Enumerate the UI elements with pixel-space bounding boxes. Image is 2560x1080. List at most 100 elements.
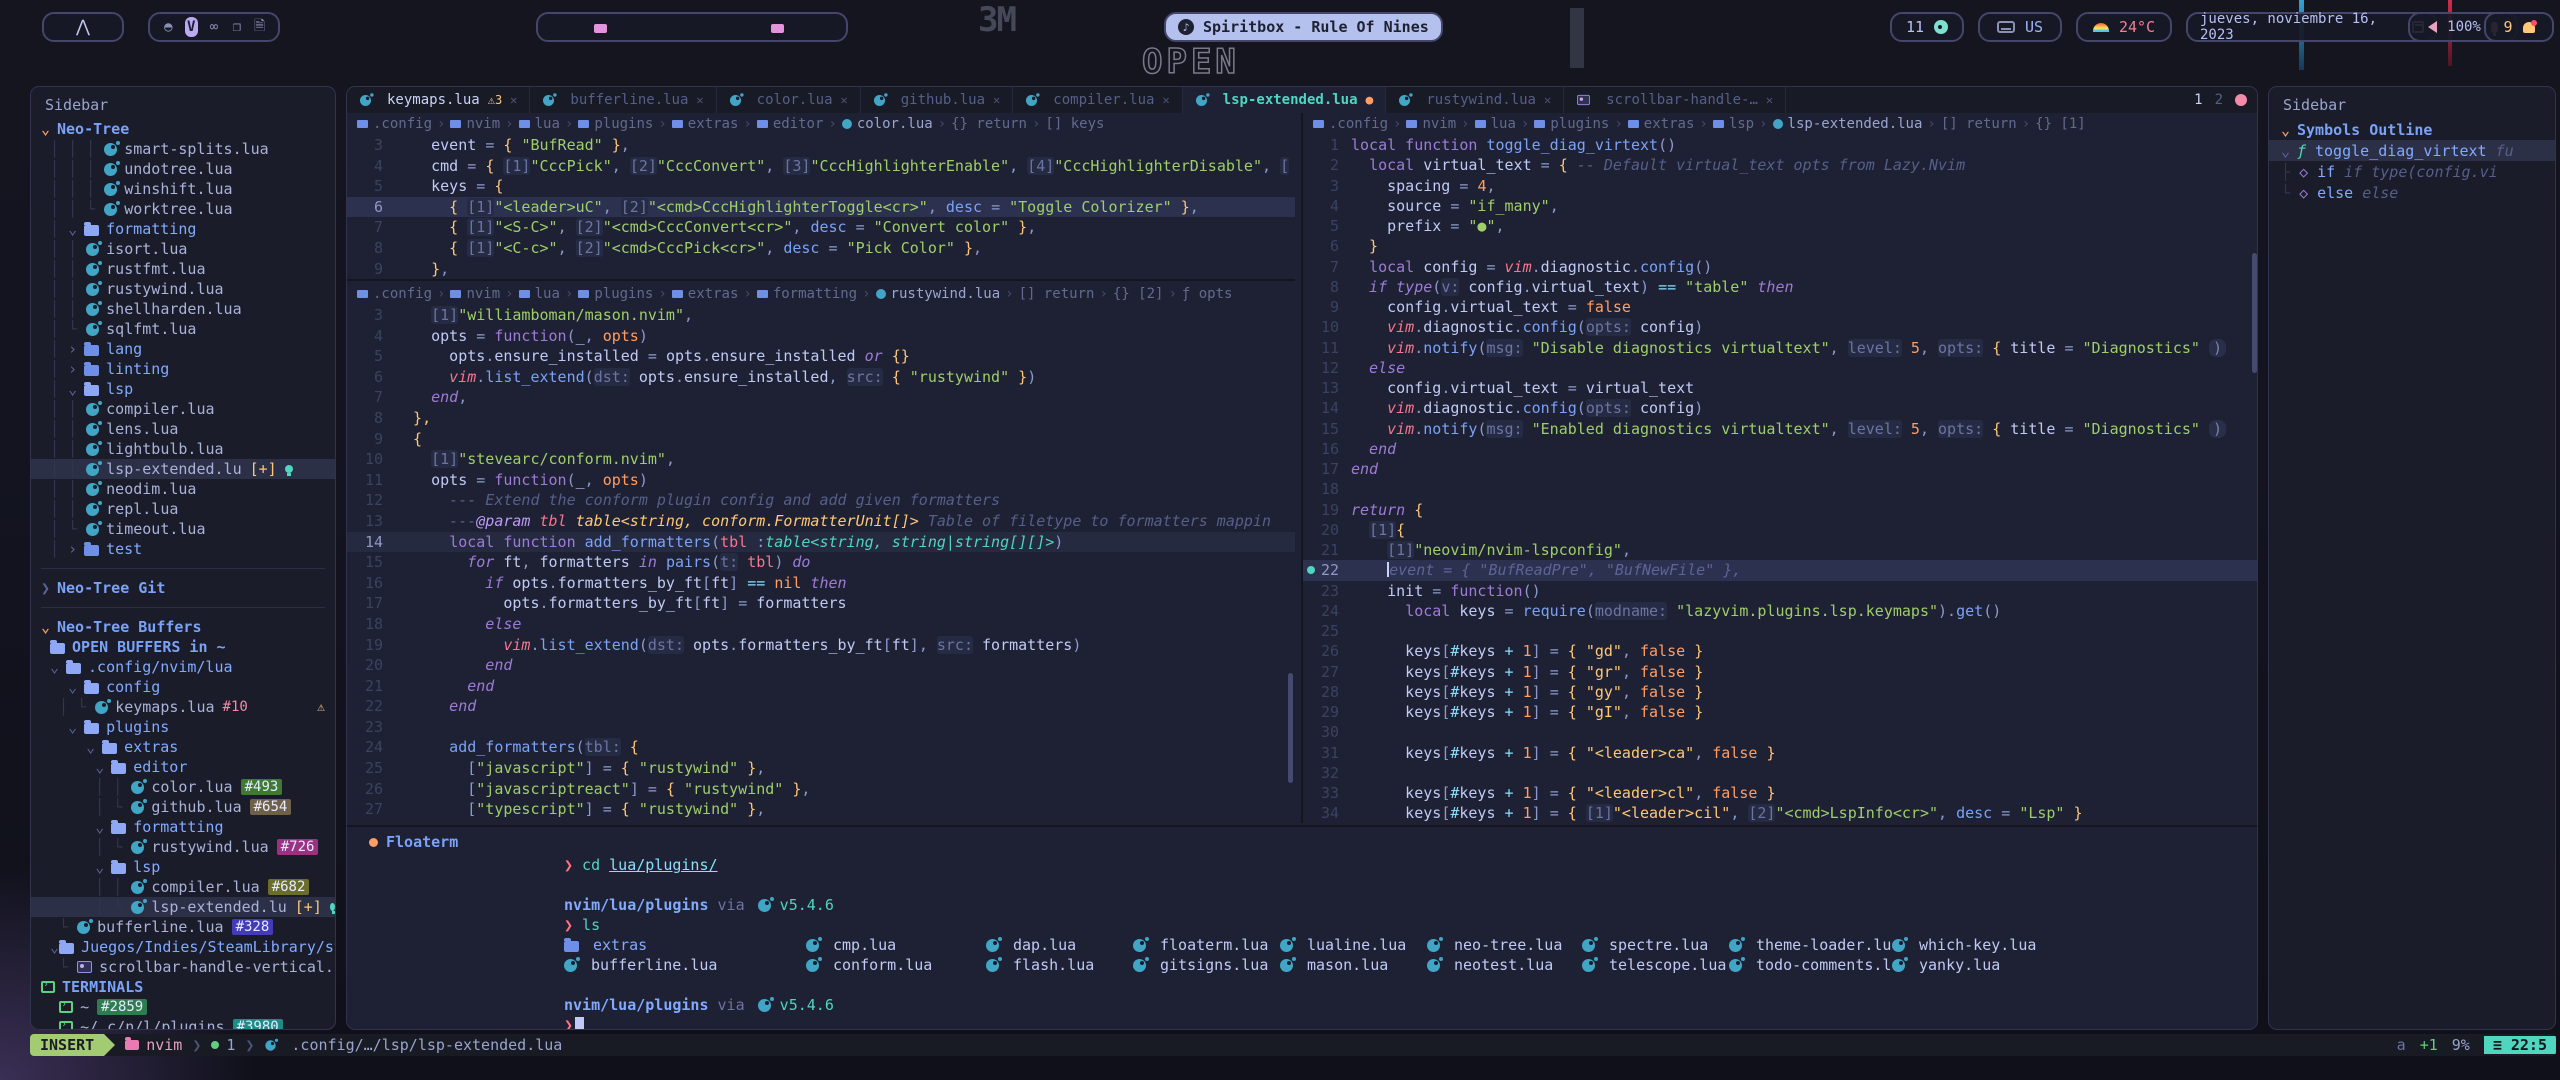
code-line-11[interactable]: 11 vim.notify(msg: "Disable diagnostics … (1303, 338, 2258, 358)
code-line-24[interactable]: 24 add_formatters(tbl: { (347, 737, 1295, 758)
code-line-28[interactable]: 28 keys[#keys + 1] = { "gy", false } (1303, 682, 2258, 702)
tree-item--config-nvim-lua[interactable]: ⌄.config/nvim/lua (31, 657, 335, 677)
code-line-27[interactable]: 27 keys[#keys + 1] = { "gr", false } (1303, 662, 2258, 682)
code-line-8[interactable]: 8 if type(v: config.virtual_text) == "ta… (1303, 277, 2258, 297)
code-line-4[interactable]: 4 opts = function(_, opts) (347, 326, 1295, 347)
section-neo-tree-git[interactable]: ❯Neo-Tree Git (31, 578, 335, 598)
tree-item-test[interactable]: │ ›test (31, 539, 335, 559)
symbols-outline-header[interactable]: ⌄ Symbols Outline (2269, 119, 2555, 140)
code-line-5[interactable]: 5 keys = { (347, 176, 1295, 197)
tree-item-open-buffers-in-[interactable]: OPEN BUFFERS in ~ (31, 637, 335, 657)
tree-item-linting[interactable]: │ ›linting (31, 359, 335, 379)
tree-item-lang[interactable]: │ ›lang (31, 339, 335, 359)
close-icon[interactable]: ✕ (1544, 93, 1551, 107)
code-line-6[interactable]: 6 { [1]"<leader>uC", [2]"<cmd>CccHighlig… (347, 197, 1295, 218)
code-line-7[interactable]: 7 { [1]"<S-C>", [2]"<cmd>CccConvert<cr>"… (347, 217, 1295, 238)
code-line-20[interactable]: 20 end (347, 655, 1295, 676)
firefox-icon[interactable]: ◓ (162, 17, 175, 37)
code-line-26[interactable]: 26 keys[#keys + 1] = { "gd", false } (1303, 641, 2258, 661)
file-icon[interactable]: 🗎 (253, 17, 266, 37)
tree-item-formatting[interactable]: │ ⌄formatting (31, 219, 335, 239)
tab-github-lua[interactable]: github.lua✕ (861, 87, 1014, 113)
tree-item-formatting[interactable]: ⌄formatting (31, 817, 335, 837)
code-line-22[interactable]: 22 event = { "BufReadPre", "BufNewFile" … (1303, 560, 2258, 580)
code-line-30[interactable]: 30 (1303, 722, 2258, 742)
code-line-1[interactable]: 1local function toggle_diag_virtext() (1303, 135, 2258, 155)
outline-item-toggle_diag_virtext[interactable]: ⌄ƒtoggle_diag_virtext fu (2269, 140, 2555, 161)
code-line-17[interactable]: 17 opts.formatters_by_ft[ft] = formatter… (347, 593, 1295, 614)
tree-item-bufferline-lua[interactable]: └ bufferline.lua#328 (31, 917, 335, 937)
code-line-13[interactable]: 13 config.virtual_text = virtual_text (1303, 378, 2258, 398)
code-line-15[interactable]: 15 vim.notify(msg: "Enabled diagnostics … (1303, 419, 2258, 439)
tree-item-scrollbar-handle-vertical-p[interactable]: └ scrollbar-handle-vertical.p (31, 957, 335, 977)
tab-scrollbar-handle-[interactable]: scrollbar-handle-…✕ (1564, 87, 1786, 113)
tree-item-neodim-lua[interactable]: │ │ neodim.lua (31, 479, 335, 499)
code-line-21[interactable]: 21 [1]"neovim/nvim-lspconfig", (1303, 540, 2258, 560)
code-line-4[interactable]: 4 cmd = { [1]"CccPick", [2]"CccConvert",… (347, 156, 1295, 177)
tree-item--c-n-l-plugins[interactable]: ~/.c/n/l/plugins#3980 (31, 1017, 335, 1030)
scrollbar[interactable] (2252, 253, 2257, 373)
tree-item-lsp[interactable]: ⌄lsp (31, 857, 335, 877)
code-line-10[interactable]: 10 vim.diagnostic.config(opts: config) (1303, 317, 2258, 337)
tree-item-extras[interactable]: ⌄extras (31, 737, 335, 757)
code-line-3[interactable]: 3 [1]"williamboman/mason.nvim", (347, 305, 1295, 326)
tab-rustywind-lua[interactable]: rustywind.lua✕ (1386, 87, 1564, 113)
code-line-25[interactable]: 25 (1303, 621, 2258, 641)
tree-item-shellharden-lua[interactable]: │ │ shellharden.lua (31, 299, 335, 319)
tree-item-config[interactable]: ⌄config (31, 677, 335, 697)
section-neo-tree-buffers[interactable]: ⌄Neo-Tree Buffers (31, 617, 335, 637)
tree-item-worktree-lua[interactable]: │ │ └ worktree.lua (31, 199, 335, 219)
tree-item-lsp-extended-lu[interactable]: │ │ lsp-extended.lu[+] (31, 459, 335, 479)
close-icon[interactable]: ✕ (993, 93, 1000, 107)
tree-item-lsp-extended-lu[interactable]: │ └ lsp-extended.lu[+] (31, 897, 335, 917)
code-line-26[interactable]: 26 ["javascriptreact"] = { "rustywind" }… (347, 779, 1295, 800)
code-line-5[interactable]: 5 opts.ensure_installed = opts.ensure_in… (347, 346, 1295, 367)
weather-widget[interactable]: 24°C (2076, 12, 2172, 42)
scrollbar[interactable] (1288, 673, 1293, 783)
code-line-9[interactable]: 9 }, (347, 259, 1295, 280)
code-line-6[interactable]: 6 vim.list_extend(dst: opts.ensure_insta… (347, 367, 1295, 388)
close-icon[interactable]: ✕ (841, 93, 848, 107)
tree-item-rustfmt-lua[interactable]: │ │ rustfmt.lua (31, 259, 335, 279)
tree-item-undotree-lua[interactable]: │ │ │ undotree.lua (31, 159, 335, 179)
code-line-29[interactable]: 29 keys[#keys + 1] = { "gI", false } (1303, 702, 2258, 722)
code-line-34[interactable]: 34 keys[#keys + 1] = { [1]"<leader>cil",… (1303, 803, 2258, 823)
tree-item-lsp[interactable]: │ ⌄lsp (31, 379, 335, 399)
code-line-3[interactable]: 3 event = { "BufRead" }, (347, 135, 1295, 156)
close-icon[interactable]: ✕ (696, 93, 703, 107)
code-line-7[interactable]: 7 local config = vim.diagnostic.config() (1303, 257, 2258, 277)
launcher-button[interactable]: ⋀ (42, 12, 124, 42)
code-line-17[interactable]: 17end (1303, 459, 2258, 479)
code-line-25[interactable]: 25 ["javascript"] = { "rustywind" }, (347, 758, 1295, 779)
code-line-11[interactable]: 11 opts = function(_, opts) (347, 470, 1295, 491)
tree-item--[interactable]: ~#2859 (31, 997, 335, 1017)
tree-item-plugins[interactable]: ⌄plugins (31, 717, 335, 737)
close-icon[interactable]: ✕ (1766, 93, 1773, 107)
tab-lsp-extended-lua[interactable]: lsp-extended.lua● (1183, 87, 1387, 113)
code-line-2[interactable]: 2 local virtual_text = { -- Default virt… (1303, 155, 2258, 175)
code-line-7[interactable]: 7 end, (347, 387, 1295, 408)
keyboard-layout-widget[interactable]: US (1978, 12, 2062, 42)
editor-pane-color-lua[interactable]: .config›nvim›lua›plugins›extras›editor›c… (347, 113, 1295, 281)
code-line-16[interactable]: 16 end (1303, 439, 2258, 459)
code-line-27[interactable]: 27 ["typescript"] = { "rustywind" }, (347, 799, 1295, 820)
close-icon[interactable]: ✕ (510, 93, 517, 107)
code-line-24[interactable]: 24 local keys = require(modname: "lazyvi… (1303, 601, 2258, 621)
code-line-18[interactable]: 18 (1303, 479, 2258, 499)
tree-item-compiler-lua[interactable]: │ │ compiler.lua (31, 399, 335, 419)
tree-item-terminals[interactable]: TERMINALS (31, 977, 335, 997)
code-line-8[interactable]: 8 }, (347, 408, 1295, 429)
tree-item-rustywind-lua[interactable]: │ └ rustywind.lua#726 (31, 837, 335, 857)
tree-item-winshift-lua[interactable]: │ │ │ winshift.lua (31, 179, 335, 199)
code-line-23[interactable]: 23 (347, 717, 1295, 738)
tree-item-lightbulb-lua[interactable]: │ │ lightbulb.lua (31, 439, 335, 459)
code-line-12[interactable]: 12 else (1303, 358, 2258, 378)
code-line-33[interactable]: 33 keys[#keys + 1] = { "<leader>cl", fal… (1303, 783, 2258, 803)
code-line-9[interactable]: 9 { (347, 429, 1295, 450)
code-line-22[interactable]: 22 end (347, 696, 1295, 717)
spotify-widget[interactable]: ♪ Spiritbox - Rule Of Nines (1164, 12, 1443, 42)
code-line-12[interactable]: 12 --- Extend the conform plugin config … (347, 490, 1295, 511)
code-line-9[interactable]: 9 config.virtual_text = false (1303, 297, 2258, 317)
close-icon[interactable]: ✕ (1162, 93, 1169, 107)
code-line-32[interactable]: 32 (1303, 763, 2258, 783)
